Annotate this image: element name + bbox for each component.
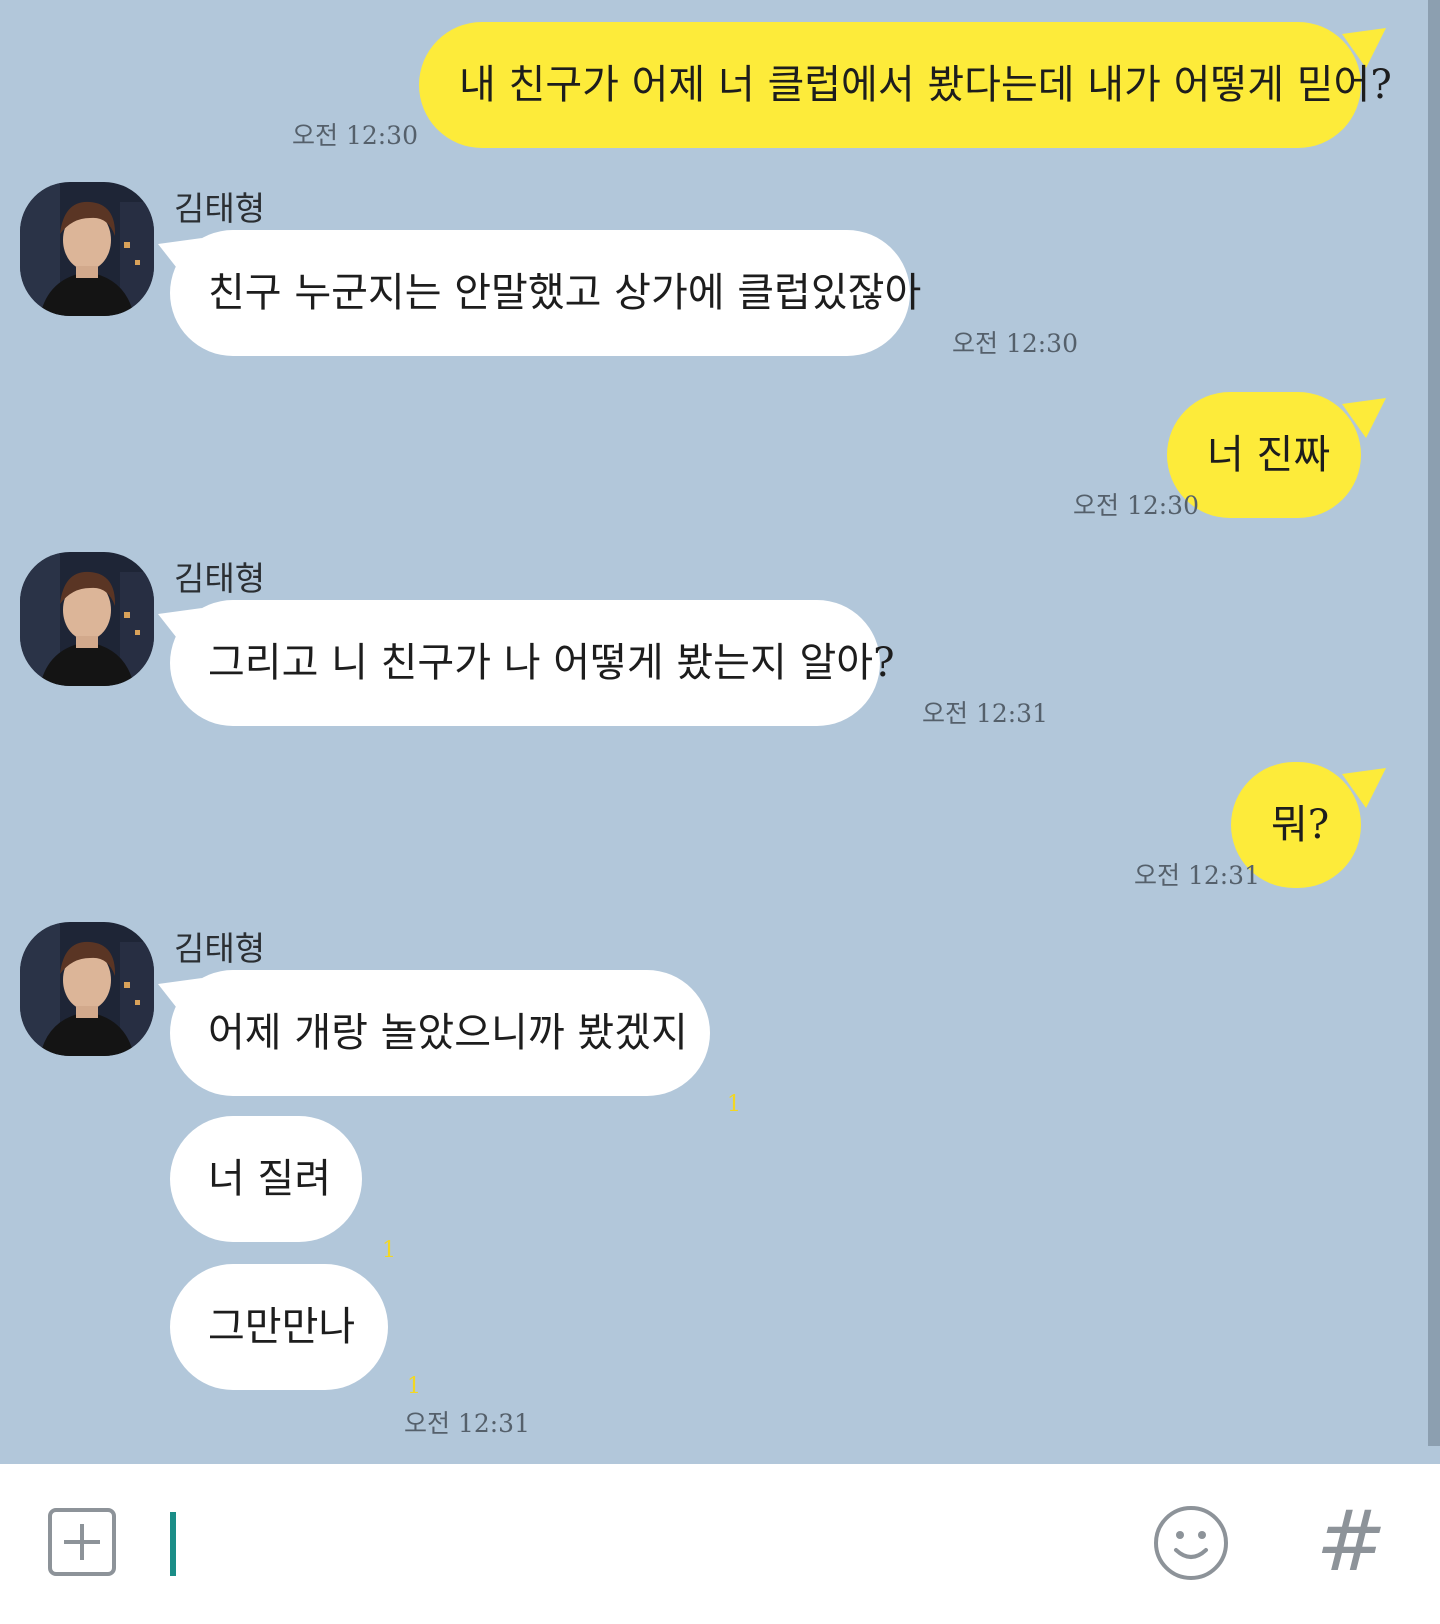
unread-count: 1 <box>407 1374 421 1399</box>
message-bubble[interactable]: 너 질려 <box>170 1116 362 1242</box>
sender-name: 김태형 <box>174 929 266 968</box>
unread-count: 1 <box>382 1238 396 1263</box>
message-bubble[interactable]: 어제 개랑 놀았으니까 봤겠지 <box>170 970 710 1096</box>
message-bubble[interactable]: 내 친구가 어제 너 클럽에서 봤다는데 내가 어떻게 믿어? <box>419 22 1392 148</box>
chat-area[interactable]: 내 친구가 어제 너 클럽에서 봤다는데 내가 어떻게 믿어? 오전 12:30… <box>0 0 1440 1464</box>
message-bubble[interactable]: 그만만나 <box>170 1264 388 1390</box>
message-bubble[interactable]: 친구 누군지는 안말했고 상가에 클럽있잖아 <box>170 230 921 356</box>
input-bar: # <box>0 1464 1440 1624</box>
plus-icon[interactable] <box>48 1508 116 1576</box>
message-bubble[interactable]: 그리고 니 친구가 나 어떻게 봤는지 알아? <box>170 600 895 726</box>
hash-icon[interactable]: # <box>1316 1498 1402 1584</box>
message-time: 오전 12:30 <box>1073 491 1199 520</box>
scrollbar[interactable] <box>1428 0 1440 1446</box>
avatar[interactable] <box>20 552 154 686</box>
avatar[interactable] <box>20 182 154 316</box>
message-input[interactable] <box>170 1512 176 1576</box>
sender-name: 김태형 <box>174 189 266 228</box>
sender-name: 김태형 <box>174 559 266 598</box>
message-time: 오전 12:30 <box>292 121 418 150</box>
message-time: 오전 12:31 <box>1134 861 1260 890</box>
message-time: 오전 12:30 <box>952 329 1078 358</box>
message-time: 오전 12:31 <box>404 1409 530 1438</box>
smiley-icon[interactable] <box>1152 1504 1230 1582</box>
unread-count: 1 <box>727 1092 741 1117</box>
message-time: 오전 12:31 <box>922 699 1048 728</box>
avatar[interactable] <box>20 922 154 1056</box>
